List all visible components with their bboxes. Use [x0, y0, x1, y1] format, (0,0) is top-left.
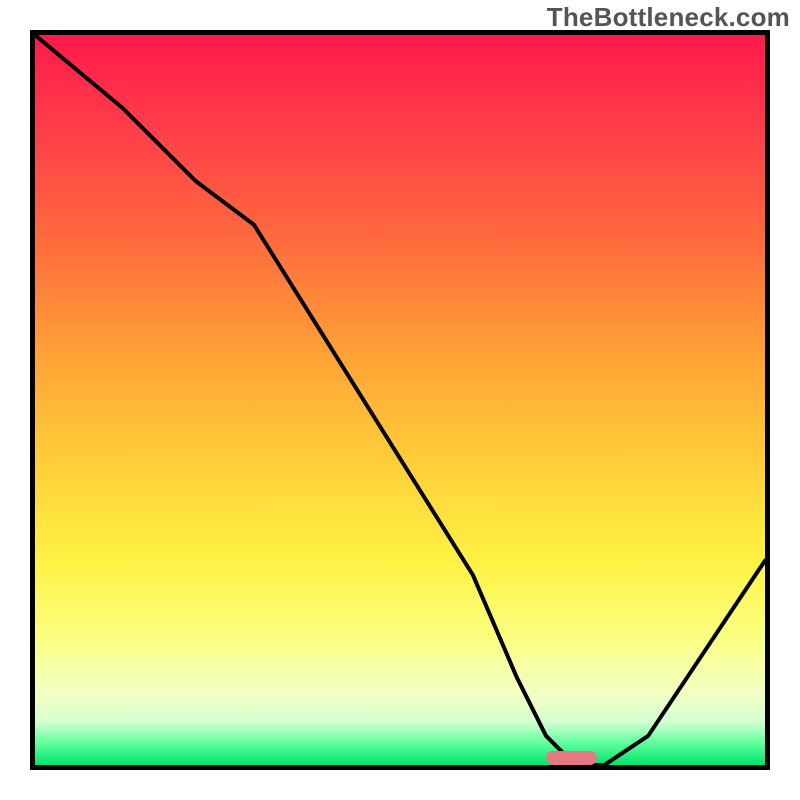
optimal-marker: [546, 751, 597, 765]
watermark-text: TheBottleneck.com: [547, 2, 790, 33]
chart-frame: TheBottleneck.com: [0, 0, 800, 800]
bottleneck-curve: [35, 35, 765, 765]
plot-area: [30, 30, 770, 770]
